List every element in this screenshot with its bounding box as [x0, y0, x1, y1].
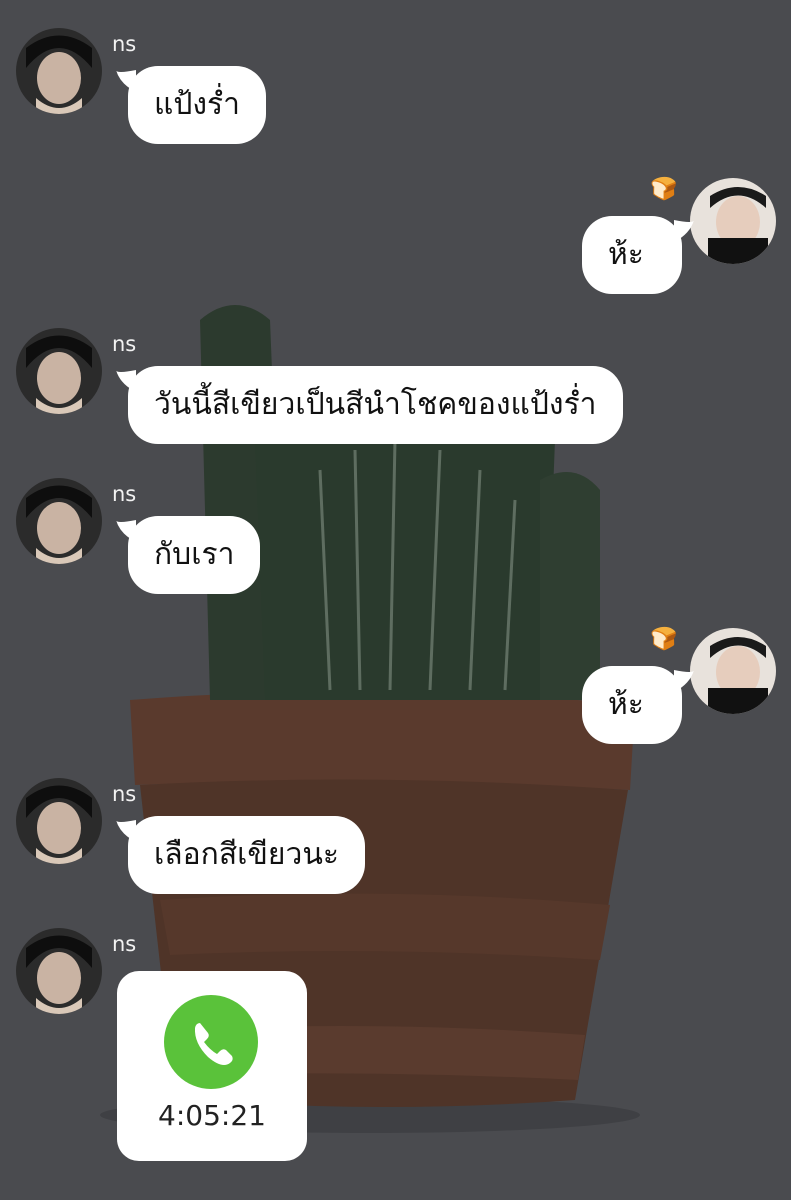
incoming-message-bubble[interactable]: วันนี้สีเขียวเป็นสีนำโชคของแป้งร่ำ [116, 366, 623, 444]
my-avatar[interactable] [690, 628, 776, 714]
contact-avatar[interactable] [16, 328, 102, 414]
incoming-message-bubble[interactable]: แป้งร่ำ [116, 66, 266, 144]
phone-icon [194, 1023, 233, 1065]
message-text: แป้งร่ำ [154, 87, 240, 122]
contact-avatar[interactable] [16, 478, 102, 564]
bread-emoji-icon: 🍞 [650, 627, 678, 652]
message-text: กับเรา [154, 537, 235, 572]
outgoing-message-bubble[interactable]: ห้ะ [582, 666, 694, 744]
call-message-card[interactable]: 4:05:21 [117, 971, 307, 1161]
incoming-message-bubble[interactable]: เลือกสีเขียวนะ [116, 816, 365, 894]
incoming-message-bubble[interactable]: กับเรา [116, 516, 261, 594]
contact-avatar[interactable] [16, 28, 102, 114]
sender-name: ns [112, 482, 137, 506]
sender-name: ns [112, 32, 137, 56]
message-text: ห้ะ [608, 237, 644, 272]
outgoing-message-bubble[interactable]: ห้ะ [582, 216, 694, 294]
call-button[interactable] [164, 995, 258, 1089]
message-text: เลือกสีเขียวนะ [154, 837, 339, 872]
bread-emoji-icon: 🍞 [650, 177, 678, 202]
sender-name: ns [112, 782, 137, 806]
sender-name: ns [112, 332, 137, 356]
message-text: วันนี้สีเขียวเป็นสีนำโชคของแป้งร่ำ [154, 387, 597, 422]
call-duration: 4:05:21 [158, 1099, 266, 1132]
sender-name: ns [112, 932, 137, 956]
contact-avatar[interactable] [16, 928, 102, 1014]
message-text: ห้ะ [608, 687, 644, 722]
my-avatar[interactable] [690, 178, 776, 264]
contact-avatar[interactable] [16, 778, 102, 864]
